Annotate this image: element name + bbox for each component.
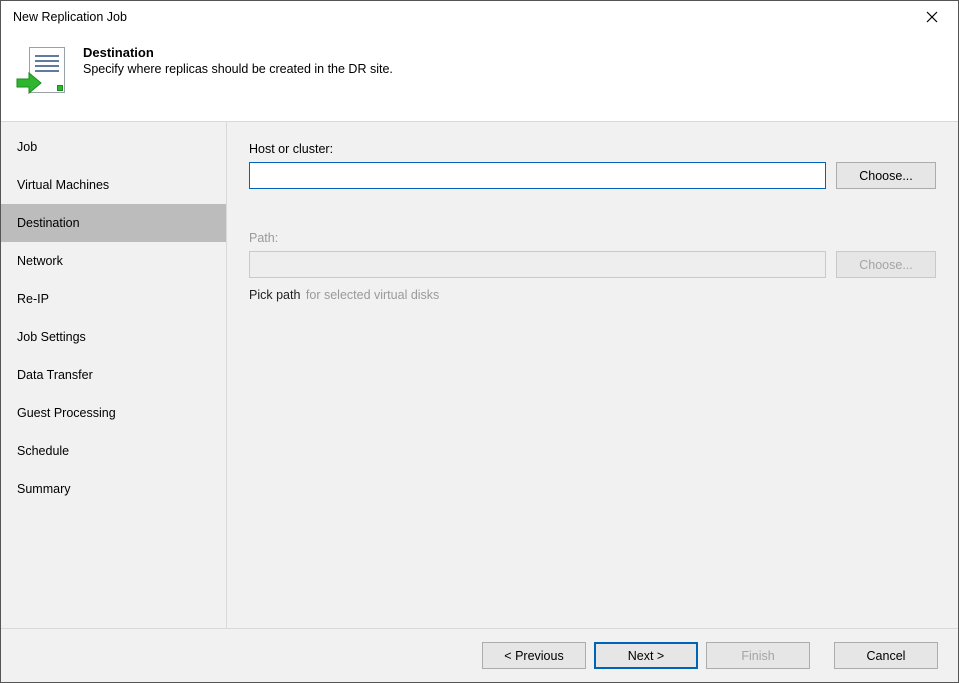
wizard-window: New Replication Job Destination Specify [0,0,959,683]
cancel-button[interactable]: Cancel [834,642,938,669]
previous-button[interactable]: < Previous [482,642,586,669]
path-label: Path: [249,231,936,245]
sidebar-item-job[interactable]: Job [1,128,226,166]
titlebar: New Replication Job [1,1,958,33]
window-title: New Replication Job [13,10,914,24]
path-input [249,251,826,278]
destination-icon [17,47,65,103]
sidebar-item-summary[interactable]: Summary [1,470,226,508]
close-button[interactable] [914,3,950,31]
next-button[interactable]: Next > [594,642,698,669]
sidebar-item-job-settings[interactable]: Job Settings [1,318,226,356]
sidebar-item-data-transfer[interactable]: Data Transfer [1,356,226,394]
wizard-body: Job Virtual Machines Destination Network… [1,122,958,628]
page-subtitle: Specify where replicas should be created… [83,62,393,76]
sidebar-item-destination[interactable]: Destination [1,204,226,242]
wizard-content: Host or cluster: Choose... Path: Choose.… [227,122,958,628]
pick-path-link[interactable]: Pick path [249,288,300,302]
pick-path-row: Pick path for selected virtual disks [249,288,936,302]
close-icon [926,11,938,23]
path-choose-button: Choose... [836,251,936,278]
host-choose-button[interactable]: Choose... [836,162,936,189]
page-title: Destination [83,45,393,60]
header-text: Destination Specify where replicas shoul… [83,43,393,76]
host-label: Host or cluster: [249,142,936,156]
sidebar-item-virtual-machines[interactable]: Virtual Machines [1,166,226,204]
wizard-header: Destination Specify where replicas shoul… [1,33,958,122]
wizard-steps-sidebar: Job Virtual Machines Destination Network… [1,122,227,628]
wizard-footer: < Previous Next > Finish Cancel [1,628,958,682]
host-input[interactable] [249,162,826,189]
sidebar-item-guest-processing[interactable]: Guest Processing [1,394,226,432]
finish-button: Finish [706,642,810,669]
sidebar-item-network[interactable]: Network [1,242,226,280]
pick-path-suffix: for selected virtual disks [306,288,439,302]
sidebar-item-re-ip[interactable]: Re-IP [1,280,226,318]
sidebar-item-schedule[interactable]: Schedule [1,432,226,470]
